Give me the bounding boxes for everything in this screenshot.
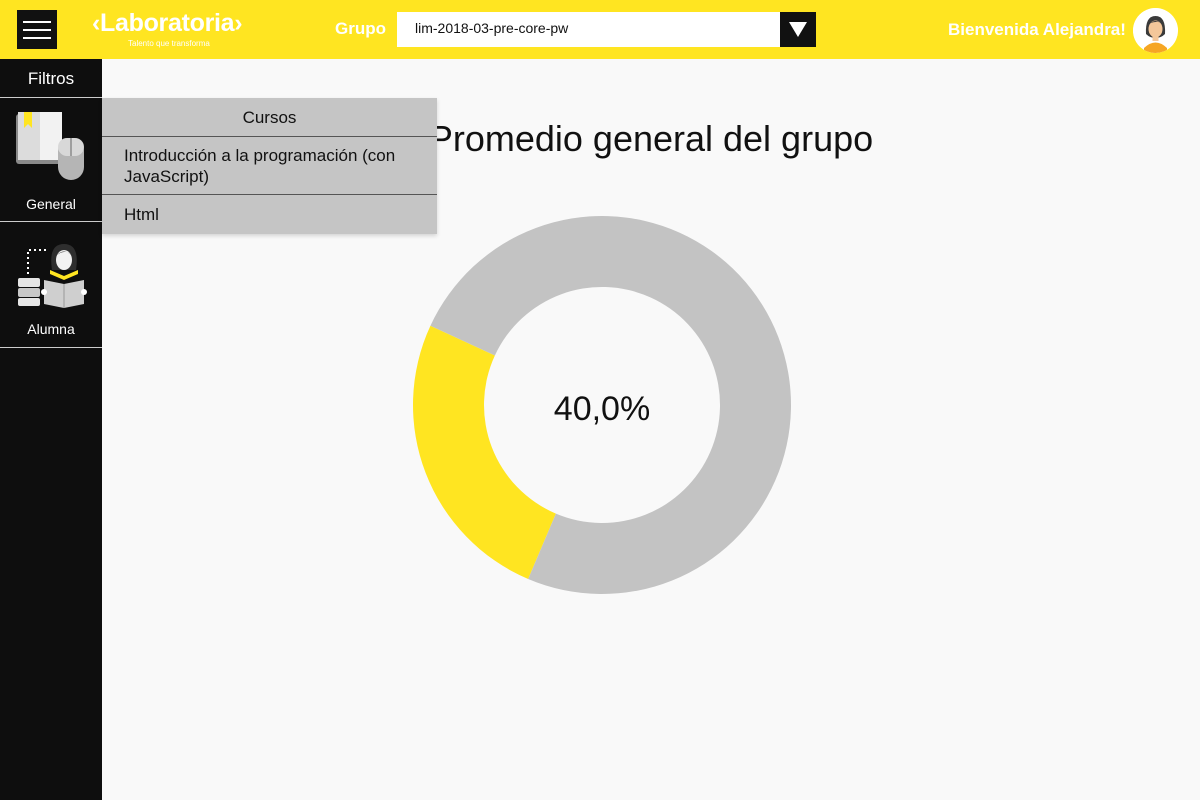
group-selected-value: lim-2018-03-pre-core-pw	[415, 20, 569, 36]
user-avatar[interactable]	[1133, 8, 1178, 53]
menu-line	[23, 21, 51, 23]
logo-tagline: Talento que transforma	[128, 39, 210, 48]
sidebar-item-general[interactable]: General	[0, 98, 102, 222]
sidebar-item-label: General	[26, 196, 76, 212]
book-mouse-icon	[16, 112, 84, 180]
laboratoria-logo[interactable]: ‹Laboratoria› Talento que transforma	[92, 9, 270, 53]
course-option-intro-js[interactable]: Introducción a la programación (con Java…	[102, 145, 437, 195]
courses-dropdown: Cursos Introducción a la programación (c…	[102, 98, 437, 234]
filters-title: Filtros	[0, 59, 102, 98]
welcome-message: Bienvenida Alejandra!	[948, 20, 1126, 39]
filters-sidebar: Filtros General Alumna	[0, 59, 102, 800]
donut-center-value: 40,0%	[553, 390, 651, 428]
dropdown-arrow-icon[interactable]	[780, 12, 816, 47]
sidebar-item-alumna[interactable]: Alumna	[0, 222, 102, 348]
top-bar: ‹Laboratoria› Talento que transforma Gru…	[0, 0, 1200, 59]
sidebar-item-label: Alumna	[27, 321, 75, 337]
user-avatar-icon	[1133, 8, 1178, 53]
courses-dropdown-title: Cursos	[102, 98, 437, 137]
menu-line	[23, 29, 51, 31]
logo-text: ‹Laboratoria›	[92, 9, 243, 37]
menu-line	[23, 37, 51, 39]
group-label: Grupo	[335, 19, 386, 38]
donut-slice-0	[413, 325, 556, 579]
course-option-html[interactable]: Html	[102, 204, 437, 234]
hamburger-menu-button[interactable]	[17, 10, 57, 49]
student-icon	[18, 244, 87, 308]
group-select[interactable]: lim-2018-03-pre-core-pw	[397, 12, 816, 47]
